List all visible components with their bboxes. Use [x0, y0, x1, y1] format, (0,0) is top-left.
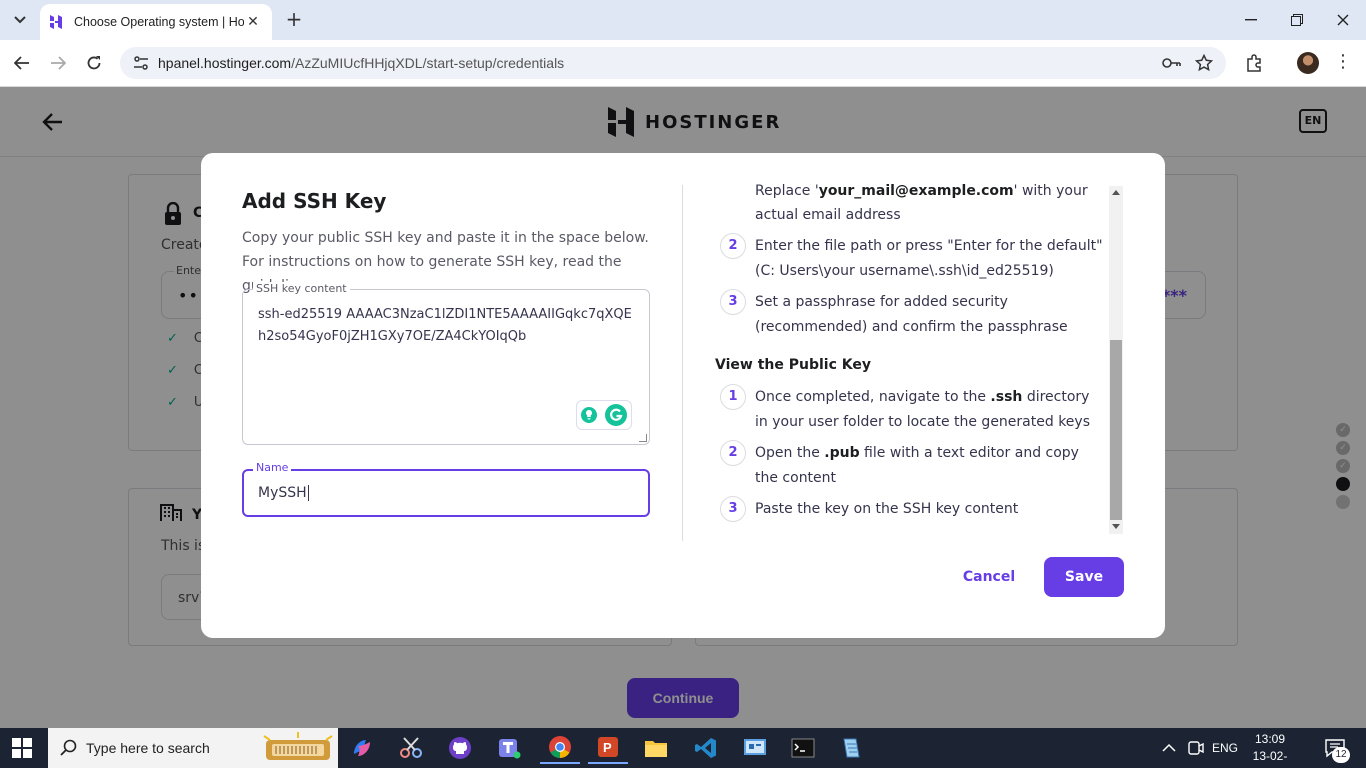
close-window-icon[interactable] [1320, 0, 1366, 40]
ssh-key-textarea[interactable]: SSH key content ssh-ed25519 AAAAC3NzaC1l… [242, 282, 650, 445]
bookmark-star-icon[interactable] [1192, 51, 1216, 75]
instruction-line: (C: Users\your username\.ssh\id_ed25519) [755, 263, 1054, 279]
restore-icon[interactable] [1274, 0, 1320, 40]
name-field-label: Name [253, 461, 292, 474]
instructions-scrollbar[interactable] [1109, 186, 1123, 534]
scroll-down-icon[interactable] [1112, 524, 1120, 529]
ssh-key-label: SSH key content [253, 282, 350, 295]
github-desktop-icon[interactable] [440, 732, 480, 764]
search-highlight-radio-icon[interactable] [262, 732, 334, 764]
instruction-line: the content [755, 470, 837, 486]
cancel-button[interactable]: Cancel [945, 557, 1033, 597]
show-hidden-icons-icon[interactable] [1162, 728, 1176, 768]
instruction-line: Enter the file path or press "Enter for … [755, 238, 1103, 254]
step-number: 2 [720, 440, 746, 466]
url-text[interactable]: hpanel.hostinger.com/AzZuMIUcfHHjqXDL/st… [158, 55, 564, 71]
modal-title: Add SSH Key [242, 189, 387, 213]
tab-search-chevron-icon[interactable] [8, 8, 32, 32]
instruction-line: Open the .pub file with a text editor an… [755, 445, 1079, 461]
control-panel-icon[interactable] [735, 732, 775, 764]
scroll-up-icon[interactable] [1112, 190, 1120, 195]
terminal-icon[interactable] [783, 732, 823, 764]
minimize-icon[interactable] [1228, 0, 1274, 40]
search-icon [60, 739, 77, 756]
powerpoint-icon[interactable]: P [588, 732, 628, 764]
meet-now-icon[interactable] [1186, 728, 1204, 768]
instruction-line: actual email address [755, 207, 901, 223]
save-button[interactable]: Save [1044, 557, 1124, 597]
section-heading: View the Public Key [715, 357, 871, 373]
grammarly-icon[interactable] [604, 403, 628, 427]
browser-tab-bar: Choose Operating system | Hos ✕ + [0, 0, 1366, 40]
tab-title: Choose Operating system | Hos [74, 15, 244, 29]
modal-divider [682, 185, 683, 541]
add-ssh-key-modal: Add SSH Key Copy your public SSH key and… [201, 153, 1165, 638]
chrome-icon[interactable] [540, 732, 580, 764]
name-input[interactable]: MySSH [258, 485, 628, 501]
scroll-thumb[interactable] [1110, 340, 1122, 520]
browser-menu-icon[interactable]: ⋮ [1334, 50, 1352, 76]
svg-text:P: P [603, 740, 612, 755]
text-caret [307, 485, 309, 501]
step-number: 1 [720, 384, 746, 410]
new-tab-icon[interactable]: + [282, 8, 306, 32]
back-icon[interactable] [9, 50, 35, 76]
snipping-tool-icon[interactable] [391, 732, 431, 764]
copilot-icon[interactable] [342, 732, 382, 764]
extensions-puzzle-icon[interactable] [1241, 50, 1267, 76]
instruction-line: Paste the key on the SSH key content [755, 501, 1019, 517]
windows-taskbar: Type here to search P ENG 13:09 13-02- 1… [0, 728, 1366, 768]
notification-count-badge: 12 [1332, 747, 1350, 763]
hostinger-favicon-icon [50, 15, 62, 29]
step-number: 3 [720, 289, 746, 315]
step-number: 2 [720, 233, 746, 259]
profile-avatar[interactable] [1297, 52, 1319, 74]
reload-icon[interactable] [81, 50, 107, 76]
site-info-icon[interactable] [132, 54, 150, 72]
taskbar-search[interactable]: Type here to search [48, 728, 338, 768]
instruction-line: Set a passphrase for added security [755, 294, 1008, 310]
file-explorer-icon[interactable] [636, 732, 676, 764]
browser-address-bar: hpanel.hostinger.com/AzZuMIUcfHHjqXDL/st… [0, 40, 1366, 87]
vscode-icon[interactable] [686, 732, 726, 764]
forward-icon[interactable] [45, 50, 71, 76]
system-clock[interactable]: 13:09 13-02-2025 [1240, 731, 1300, 768]
instruction-line: in your user folder to locate the genera… [755, 414, 1090, 430]
step-number: 3 [720, 496, 746, 522]
windows-start-icon[interactable] [12, 738, 32, 758]
browser-tab-active[interactable]: Choose Operating system | Hos ✕ [40, 4, 272, 40]
instruction-line: Once completed, navigate to the .ssh dir… [755, 389, 1090, 405]
instruction-line: (recommended) and confirm the passphrase [755, 319, 1068, 335]
grammarly-widget[interactable] [576, 400, 632, 430]
notepad-icon[interactable] [831, 732, 871, 764]
password-key-icon[interactable] [1160, 51, 1184, 75]
instruction-line: Replace 'your_mail@example.com' with you… [755, 183, 1088, 199]
omnibox[interactable]: hpanel.hostinger.com/AzZuMIUcfHHjqXDL/st… [120, 47, 1226, 79]
teams-icon[interactable] [489, 732, 529, 764]
name-field[interactable]: Name MySSH [242, 461, 650, 517]
input-language[interactable]: ENG [1212, 728, 1238, 768]
search-placeholder: Type here to search [86, 740, 210, 756]
ssh-key-value[interactable]: ssh-ed25519 AAAAC3NzaC1lZDI1NTE5AAAAIIGq… [258, 304, 638, 348]
lightbulb-icon[interactable] [580, 406, 598, 424]
tab-close-icon[interactable]: ✕ [244, 13, 262, 31]
resize-handle[interactable] [639, 434, 647, 442]
